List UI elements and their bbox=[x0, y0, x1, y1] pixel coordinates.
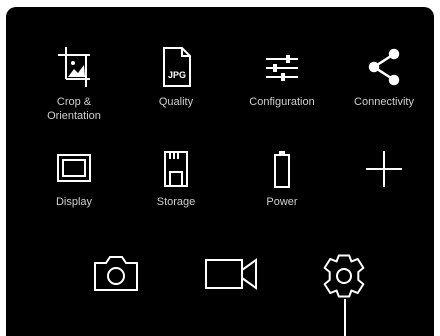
video-icon bbox=[205, 258, 257, 290]
add-tile[interactable] bbox=[334, 149, 434, 195]
settings-screen: Crop & Orientation JPG Quality Configura… bbox=[6, 7, 434, 336]
sliders-icon bbox=[266, 55, 298, 81]
power-tile[interactable]: Power bbox=[232, 149, 332, 209]
display-icon bbox=[57, 154, 91, 182]
quality-label: Quality bbox=[158, 96, 194, 108]
display-label: Display bbox=[55, 196, 93, 208]
jpg-file-icon: JPG bbox=[163, 47, 191, 87]
storage-icon bbox=[164, 151, 188, 187]
crop-orientation-label: Crop & Orientation bbox=[47, 96, 101, 122]
plus-icon bbox=[366, 151, 402, 187]
storage-tile[interactable]: Storage bbox=[126, 149, 226, 209]
display-tile[interactable]: Display bbox=[24, 149, 124, 209]
crop-orientation-tile[interactable]: Crop & Orientation bbox=[24, 45, 124, 123]
selection-pointer bbox=[344, 299, 346, 336]
settings-gear-icon bbox=[323, 254, 365, 298]
settings-mode-button[interactable] bbox=[319, 251, 369, 306]
power-label: Power bbox=[266, 196, 298, 208]
share-icon bbox=[368, 48, 400, 86]
configuration-label: Configuration bbox=[249, 96, 315, 108]
configuration-tile[interactable]: Configuration bbox=[232, 45, 332, 109]
quality-tile[interactable]: JPG Quality bbox=[126, 45, 226, 109]
crop-icon bbox=[58, 47, 90, 87]
connectivity-label: Connectivity bbox=[354, 96, 414, 108]
battery-icon bbox=[274, 151, 290, 188]
camera-icon bbox=[94, 256, 138, 291]
jpg-badge: JPG bbox=[168, 70, 186, 80]
camera-mode-button[interactable] bbox=[92, 253, 140, 298]
connectivity-tile[interactable]: Connectivity bbox=[334, 45, 434, 109]
storage-label: Storage bbox=[156, 196, 196, 208]
video-mode-button[interactable] bbox=[204, 256, 260, 297]
